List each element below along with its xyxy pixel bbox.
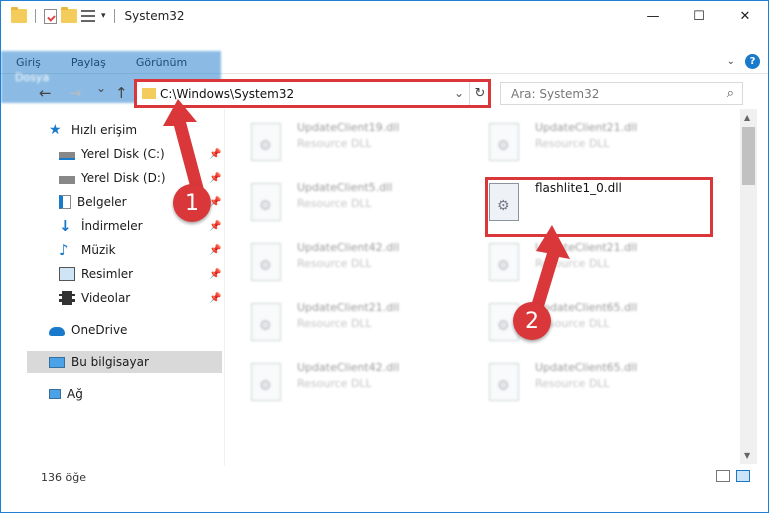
step-2-badge: 2	[513, 302, 551, 340]
explorer-window: ▾ System32 — ☐ ✕ Dosya Giriş Paylaş Görü…	[0, 0, 769, 513]
annotation-arrows	[163, 99, 570, 323]
step-1-badge: 1	[173, 184, 211, 222]
